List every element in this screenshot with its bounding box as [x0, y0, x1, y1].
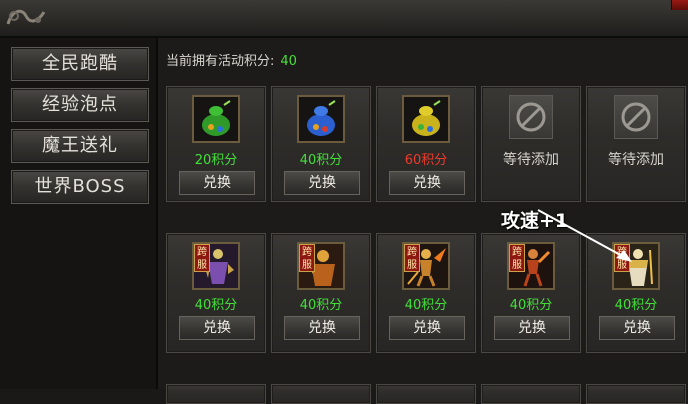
price-label: 40积分: [299, 153, 343, 168]
icon-frame: [192, 95, 240, 143]
reward-card: 跨服 40积分 兑换: [271, 233, 371, 353]
yellow-loot-bag-icon: [412, 100, 441, 136]
price-label: 60积分: [404, 153, 448, 168]
sidebar-item-parkour[interactable]: 全民跑酷: [11, 47, 149, 81]
price-label: 40积分: [509, 298, 553, 313]
close-button[interactable]: [671, 0, 688, 10]
reward-card-partial: [376, 384, 476, 404]
sidebar-item-exp-afk[interactable]: 经验泡点: [11, 88, 149, 122]
sidebar: 全民跑酷 经验泡点 魔王送礼 世界BOSS: [0, 38, 158, 389]
reward-card: 40积分 兑换: [271, 86, 371, 202]
reward-card-partial: [481, 384, 581, 404]
exchange-button[interactable]: 兑换: [284, 171, 360, 195]
reward-card: 60积分 兑换: [376, 86, 476, 202]
points-value: 40: [280, 54, 297, 69]
cross-server-tag: 跨服: [509, 244, 525, 272]
icon-frame: 跨服: [402, 242, 450, 290]
reward-card-empty: 等待添加: [586, 86, 686, 202]
points-label: 当前拥有活动积分:: [166, 54, 275, 69]
cross-server-tag: 跨服: [299, 244, 315, 272]
exchange-button[interactable]: 兑换: [599, 316, 675, 340]
exchange-button[interactable]: 兑换: [179, 171, 255, 195]
waiting-label: 等待添加: [608, 152, 664, 168]
icon-frame: 跨服: [297, 242, 345, 290]
icon-frame: 跨服: [192, 242, 240, 290]
placeholder-frame: [614, 95, 658, 139]
placeholder-frame: [509, 95, 553, 139]
dragon-ornament-icon: [6, 9, 46, 25]
cross-server-tag: 跨服: [404, 244, 420, 272]
cross-server-tag: 跨服: [194, 244, 210, 272]
exchange-button[interactable]: 兑换: [284, 316, 360, 340]
prohibited-icon: [621, 102, 651, 132]
reward-card-partial: [586, 384, 686, 404]
green-loot-bag-icon: [202, 100, 231, 136]
exchange-button[interactable]: 兑换: [389, 316, 465, 340]
window-titlebar: [0, 0, 688, 38]
exchange-button[interactable]: 兑换: [179, 316, 255, 340]
sidebar-item-demon-gift[interactable]: 魔王送礼: [11, 129, 149, 163]
waiting-label: 等待添加: [503, 152, 559, 168]
reward-card-empty: 等待添加: [481, 86, 581, 202]
sidebar-item-world-boss[interactable]: 世界BOSS: [11, 170, 149, 204]
price-label: 40积分: [299, 298, 343, 313]
reward-card: 跨服 40积分 兑换: [376, 233, 476, 353]
exchange-button[interactable]: 兑换: [389, 171, 465, 195]
exchange-panel: 当前拥有活动积分: 40 20积分 兑换 40积分 兑换 60积分 兑换 等待添…: [158, 38, 688, 404]
reward-card: 20积分 兑换: [166, 86, 266, 202]
reward-card-partial: [271, 384, 371, 404]
reward-card-partial: [166, 384, 266, 404]
icon-frame: [297, 95, 345, 143]
price-label: 20积分: [194, 153, 238, 168]
points-line: 当前拥有活动积分: 40: [166, 50, 297, 69]
reward-card: 跨服 40积分 兑换: [166, 233, 266, 353]
price-label: 40积分: [614, 298, 658, 313]
blue-loot-bag-icon: [307, 100, 336, 136]
price-label: 40积分: [194, 298, 238, 313]
price-label: 40积分: [404, 298, 448, 313]
icon-frame: [402, 95, 450, 143]
prohibited-icon: [516, 102, 546, 132]
exchange-button[interactable]: 兑换: [494, 316, 570, 340]
annotation-arrow-icon: [537, 209, 632, 262]
